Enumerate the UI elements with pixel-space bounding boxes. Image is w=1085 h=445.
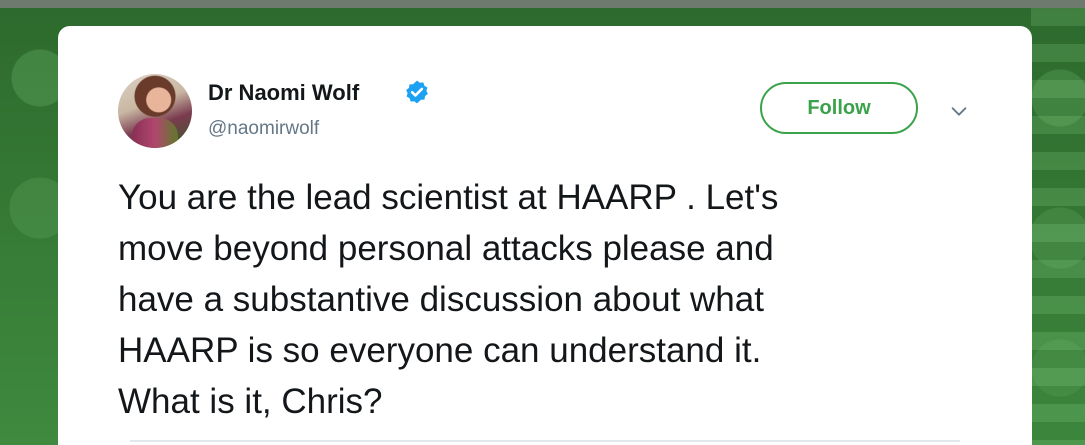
divider — [130, 440, 960, 442]
author-name[interactable]: Dr Naomi Wolf — [208, 80, 359, 106]
verified-badge-icon — [406, 80, 428, 104]
follow-button[interactable]: Follow — [760, 82, 918, 134]
tweet-text: You are the lead scientist at HAARP . Le… — [118, 178, 779, 421]
chevron-down-icon[interactable] — [948, 100, 970, 122]
avatar-photo-detail — [132, 118, 178, 148]
tweet-card: Dr Naomi Wolf @naomirwolf Follow You are… — [58, 26, 1032, 445]
window-top-bar — [0, 0, 1085, 8]
author-handle[interactable]: @naomirwolf — [208, 118, 319, 140]
avatar[interactable] — [118, 74, 192, 148]
background-edge-strip — [1031, 8, 1085, 445]
